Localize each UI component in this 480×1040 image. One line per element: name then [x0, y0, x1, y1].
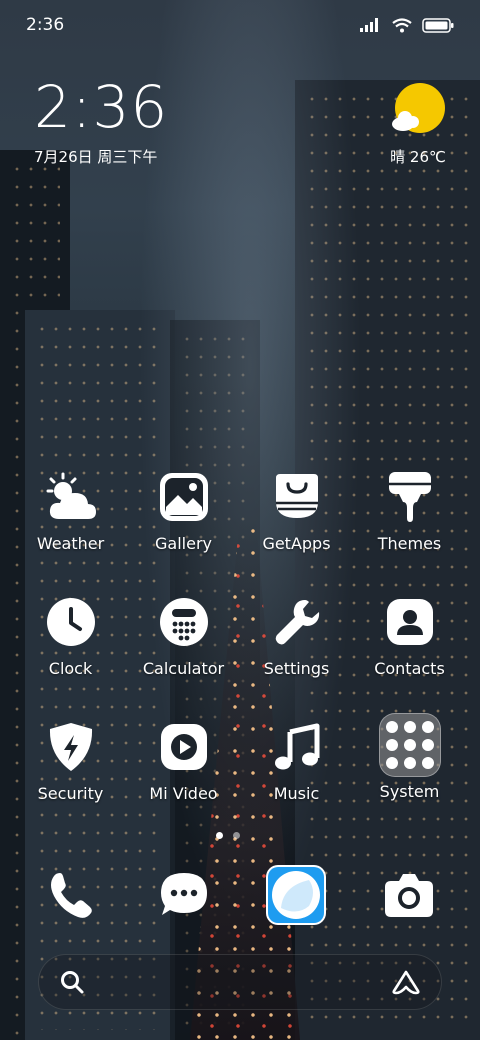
- app-contacts[interactable]: Contacts: [353, 591, 466, 678]
- status-icons: [360, 17, 454, 33]
- app-label: GetApps: [262, 534, 331, 553]
- app-getapps[interactable]: GetApps: [240, 466, 353, 553]
- signal-icon: [360, 18, 378, 32]
- getapps-icon: [266, 466, 328, 528]
- clock-widget[interactable]: 2:36 7月26日 周三下午: [34, 78, 168, 167]
- app-calculator[interactable]: Calculator: [127, 591, 240, 678]
- app-label: Calculator: [142, 659, 225, 678]
- contacts-icon: [379, 591, 441, 653]
- camera-icon: [385, 874, 433, 917]
- app-security[interactable]: Security: [14, 716, 127, 803]
- weather-text: 晴 26℃: [390, 148, 446, 166]
- app-weather[interactable]: Weather: [14, 466, 127, 553]
- search-bar[interactable]: [38, 954, 442, 1010]
- weather-widget[interactable]: 晴 26℃: [390, 82, 446, 167]
- home-screen: 2:36 2:36 7月26日 周三下午 晴 26℃ Weather Galle…: [0, 0, 480, 1040]
- mi-video-icon: [153, 716, 215, 778]
- themes-icon: [379, 466, 441, 528]
- app-themes[interactable]: Themes: [353, 466, 466, 553]
- app-label: Mi Video: [149, 784, 218, 803]
- app-label: Themes: [377, 534, 442, 553]
- app-label: Clock: [48, 659, 93, 678]
- app-system-folder[interactable]: System: [353, 713, 466, 801]
- app-label: Security: [37, 784, 104, 803]
- battery-icon: [422, 17, 454, 33]
- music-icon: [266, 716, 328, 778]
- weather-icon: [40, 466, 102, 528]
- page-indicator[interactable]: [216, 832, 240, 839]
- app-label: Gallery: [155, 534, 212, 553]
- clock-date: 7月26日 周三下午: [34, 148, 158, 166]
- dock-camera[interactable]: [378, 864, 440, 926]
- phone-icon: [51, 873, 92, 918]
- clock-time: 2:36: [34, 73, 169, 141]
- settings-icon: [266, 591, 328, 653]
- security-icon: [40, 716, 102, 778]
- app-clock[interactable]: Clock: [14, 591, 127, 678]
- dock-messages[interactable]: [153, 864, 215, 926]
- app-label: Settings: [263, 659, 330, 678]
- messages-icon: [161, 873, 207, 915]
- sun-with-cloud-icon: [390, 82, 446, 136]
- app-gallery[interactable]: Gallery: [127, 466, 240, 553]
- calculator-icon: [153, 591, 215, 653]
- assistant-icon[interactable]: [391, 969, 421, 995]
- app-mi-video[interactable]: Mi Video: [127, 716, 240, 803]
- browser-icon: [266, 865, 326, 925]
- app-label: Contacts: [374, 659, 445, 678]
- page-dot: [233, 832, 240, 839]
- dock-browser[interactable]: [265, 864, 327, 926]
- status-bar: 2:36: [0, 0, 480, 50]
- gallery-icon: [153, 466, 215, 528]
- app-music[interactable]: Music: [240, 716, 353, 803]
- system-folder-icon: [378, 713, 441, 777]
- clock-icon: [40, 591, 102, 653]
- wifi-icon: [392, 17, 412, 32]
- app-label: System: [379, 782, 440, 801]
- page-dot-active: [216, 832, 223, 839]
- status-time: 2:36: [26, 15, 65, 35]
- app-label: Music: [273, 784, 320, 803]
- app-label: Weather: [36, 534, 105, 553]
- app-settings[interactable]: Settings: [240, 591, 353, 678]
- search-icon[interactable]: [59, 969, 85, 995]
- dock-phone[interactable]: [40, 864, 102, 926]
